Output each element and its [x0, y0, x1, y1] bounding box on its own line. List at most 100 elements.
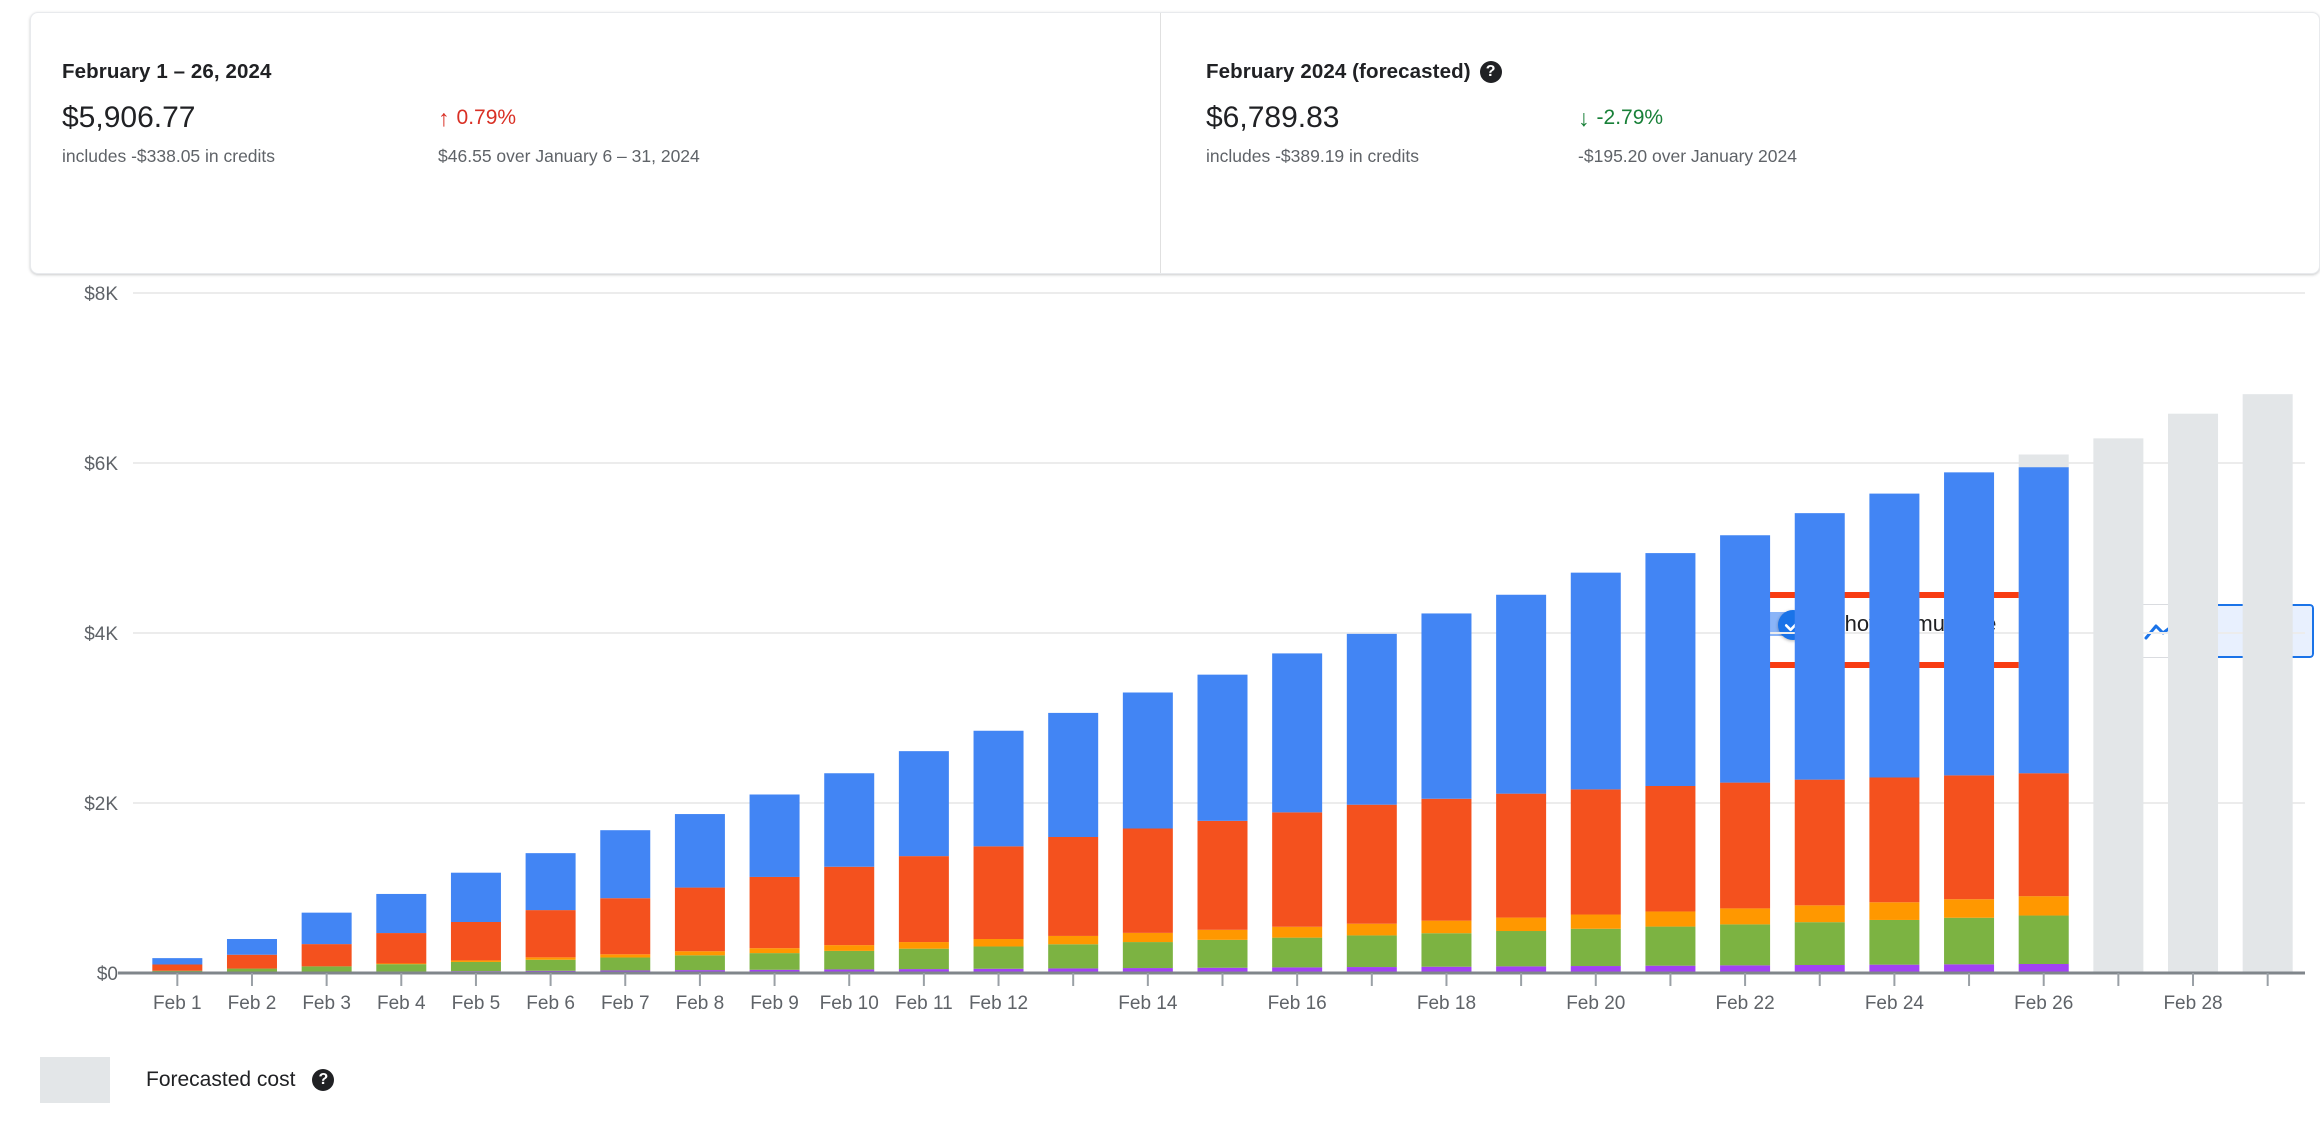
x-tick-label: Feb 24 [1865, 993, 1925, 1014]
bar-segment-purple [525, 970, 576, 973]
bar-segment-orange [1869, 902, 1920, 920]
bar-segment-red [376, 933, 427, 964]
bar-segment-red [674, 887, 725, 952]
bar-segment-green [1944, 917, 1995, 965]
y-tick-label: $6K [84, 454, 118, 475]
chart-axis [118, 971, 2305, 986]
bar-segment-orange [600, 954, 651, 958]
forecast-delta-percent: -2.79% [1596, 106, 1664, 129]
bar-segment-orange [824, 945, 875, 951]
bar-segment-orange [898, 942, 949, 949]
arrow-up-icon: ↑ [438, 104, 450, 131]
chart-type-selector[interactable] [2112, 604, 2314, 658]
show-cumulative-label: Show cumulative [1830, 611, 1997, 636]
forecast-cost-panel: February 2024 (forecasted) ? $6,789.83 i… [1160, 13, 2320, 273]
x-tick-label: Feb 11 [895, 993, 953, 1014]
actual-delta-note: $46.55 over January 6 – 31, 2024 [438, 146, 700, 166]
bar-segment-green [1197, 939, 1248, 968]
bar-segment-orange [525, 957, 576, 960]
bar-segment-blue [973, 730, 1024, 847]
bar-segment-red [1346, 804, 1397, 924]
bar-segment-blue [1570, 572, 1621, 790]
bar-segment-purple [749, 969, 800, 973]
bar-segment-purple [1496, 966, 1547, 973]
show-cumulative-toggle[interactable]: Show cumulative [1752, 610, 1997, 640]
bar-segment-green [1645, 926, 1696, 966]
forecast-amount-block: $6,789.83 includes -$389.19 in credits [1206, 99, 1419, 168]
bar-segment-orange [674, 951, 725, 956]
forecast-amount: $6,789.83 [1206, 101, 1340, 134]
bar-segment-purple [1048, 968, 1099, 973]
forecast-bar [2018, 454, 2069, 973]
bar-segment-red [1570, 789, 1621, 915]
bar-segment-red [450, 922, 501, 961]
bar-segment-blue [1346, 633, 1397, 805]
line-chart-button[interactable] [2112, 604, 2213, 658]
forecast-bar [2093, 438, 2144, 974]
bar-segment-blue [1122, 692, 1173, 829]
x-tick-label: Feb 4 [377, 993, 426, 1014]
bar-segment-green [1794, 922, 1845, 966]
forecast-bar [2242, 394, 2293, 973]
legend-help-icon[interactable]: ? [312, 1069, 335, 1091]
bar-segment-red [301, 944, 352, 967]
bar-segment-red [1272, 812, 1323, 927]
x-tick-label: Feb 14 [1118, 993, 1178, 1014]
bar-segment-purple [1346, 967, 1397, 973]
help-icon[interactable]: ? [1479, 61, 1502, 83]
actual-panel-row: $5,906.77 includes -$338.05 in credits ↑… [62, 99, 1160, 168]
forecasted-cost-swatch [40, 1057, 110, 1103]
bar-segment-red [1421, 798, 1472, 921]
toggle-switch-icon[interactable] [1752, 610, 1814, 640]
bar-segment-red [1496, 793, 1547, 918]
bar-segment-purple [674, 970, 725, 973]
bar-segment-purple [450, 971, 501, 973]
bar-segment-purple [824, 969, 875, 973]
forecast-panel-row: $6,789.83 includes -$389.19 in credits ↓… [1206, 99, 2320, 168]
bar-segment-red [1048, 837, 1099, 936]
bar-segment-green [376, 964, 427, 972]
bar-segment-orange [1048, 935, 1099, 945]
bar-chart-button[interactable] [2213, 604, 2314, 658]
bar-segment-orange [450, 960, 501, 962]
actual-delta-percent: 0.79% [456, 106, 517, 129]
bar-segment-green [824, 950, 875, 970]
actual-panel-title-text: February 1 – 26, 2024 [62, 60, 272, 83]
bar-segment-red [152, 964, 203, 971]
bar-segment-red [226, 954, 277, 969]
bar-segment-red [824, 866, 875, 946]
y-tick-label: $4K [84, 624, 118, 645]
chart-controls: Show cumulative [0, 292, 2320, 668]
forecast-delta-note: -$195.20 over January 2024 [1578, 146, 1797, 166]
bar-segment-red [2018, 773, 2069, 897]
bar-segment-green [1869, 919, 1920, 965]
bar-segment-purple [226, 972, 277, 973]
forecast-bar [2168, 413, 2219, 973]
bar-segment-purple [1570, 966, 1621, 973]
bar-segment-purple [1197, 967, 1248, 973]
bar-segment-orange [1421, 920, 1472, 934]
bar-segment-orange [973, 939, 1024, 947]
bar-segment-blue [749, 794, 800, 877]
forecast-credits-note: includes -$389.19 in credits [1206, 146, 1420, 166]
bar-segment-red [1645, 786, 1696, 912]
actual-credits-note: includes -$338.05 in credits [62, 146, 276, 166]
bar-segment-green [749, 953, 800, 970]
cost-summary-card: February 1 – 26, 2024 $5,906.77 includes… [30, 12, 2320, 274]
x-tick-label: Feb 9 [750, 993, 799, 1014]
bar-segment-green [1048, 944, 1099, 969]
bar-segment-purple [973, 968, 1024, 973]
actual-delta-value: ↑ 0.79% [438, 99, 700, 137]
x-tick-label: Feb 26 [2014, 993, 2073, 1014]
forecast-delta-value: ↓ -2.79% [1578, 99, 1797, 137]
x-tick-label: Feb 28 [2163, 993, 2222, 1014]
bar-segment-orange [1645, 911, 1696, 927]
bar-segment-purple [1944, 964, 1995, 973]
bar-segment-orange [2018, 896, 2069, 916]
chart-legend: Forecasted cost ? [40, 1057, 335, 1103]
bar-segment-blue [1645, 553, 1696, 786]
bar-segment-red [749, 876, 800, 949]
x-tick-label: Feb 20 [1566, 993, 1625, 1014]
bar-segment-purple [1421, 966, 1472, 973]
x-tick-label: Feb 12 [969, 993, 1028, 1014]
